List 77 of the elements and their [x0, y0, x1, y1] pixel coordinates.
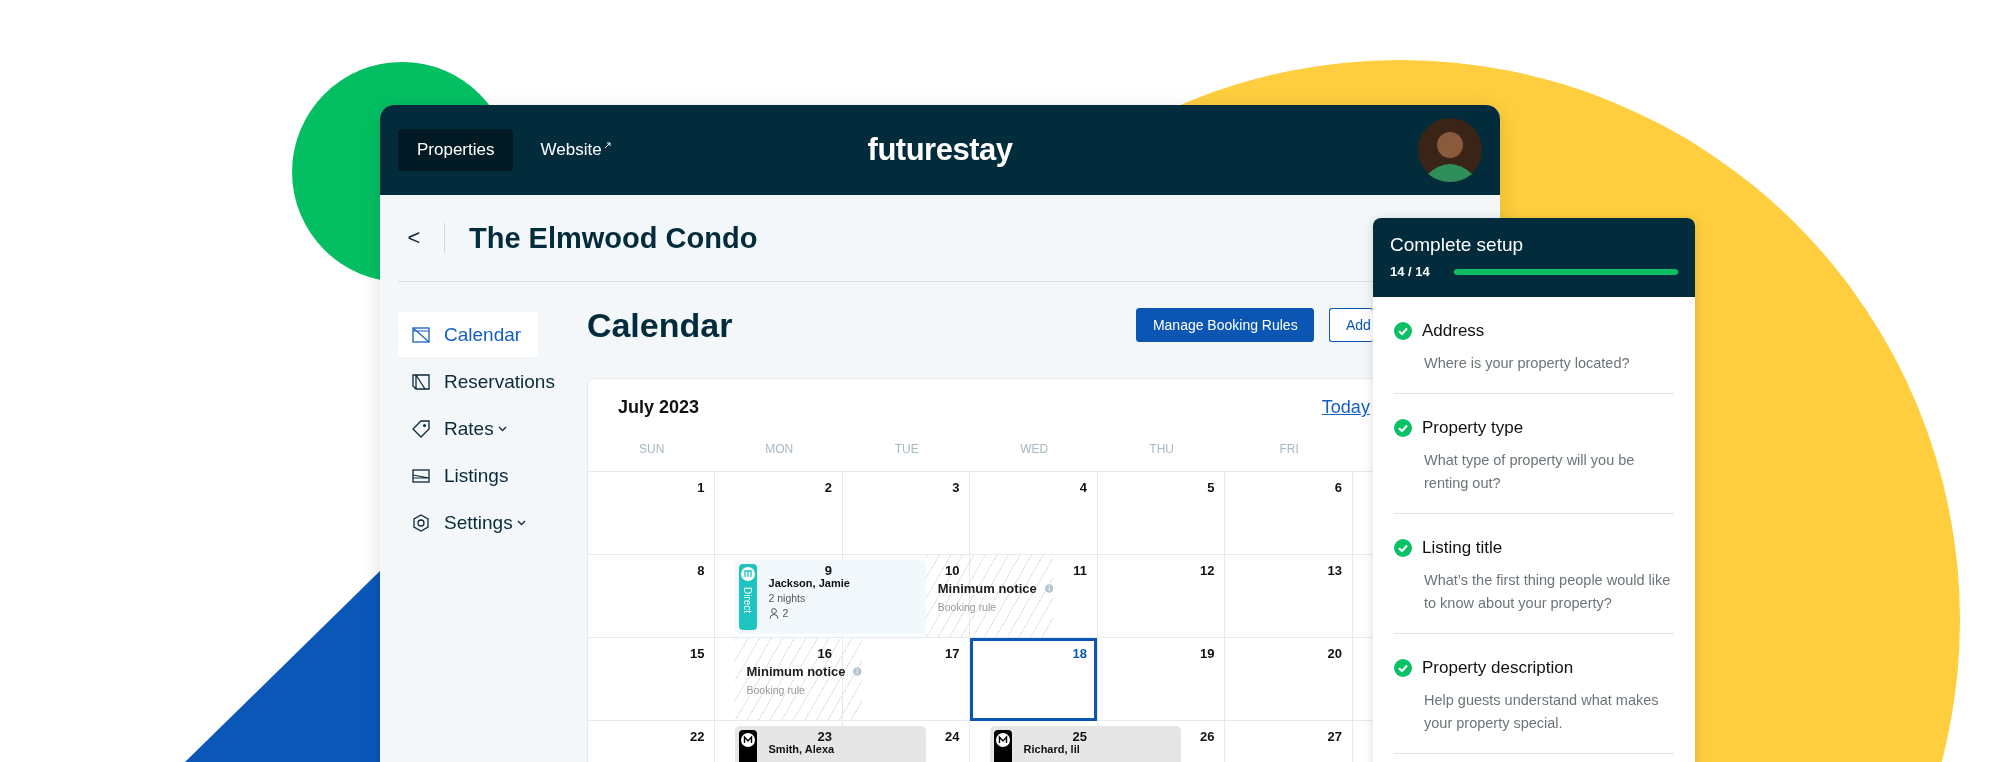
- channel-label: Direct: [742, 587, 753, 614]
- day-number[interactable]: 3: [952, 480, 960, 496]
- rule-subtitle: Booking rule: [937, 601, 998, 613]
- info-icon: [853, 666, 862, 677]
- nav-tab[interactable]: Properties: [398, 129, 514, 171]
- sidebar-item[interactable]: Reservations: [398, 359, 569, 404]
- guest-name: Jackson, Jamie: [768, 577, 850, 589]
- day-number[interactable]: 17: [944, 646, 960, 662]
- weekday-label: SUN: [637, 442, 666, 458]
- day-number[interactable]: 23: [817, 729, 832, 745]
- channel-icon: [740, 567, 755, 581]
- day-number[interactable]: 6: [1334, 480, 1342, 496]
- weekday-label: MON: [764, 442, 795, 458]
- day-number[interactable]: 1: [697, 480, 705, 496]
- weekday-label: WED: [1019, 442, 1050, 458]
- channel-icon: [995, 733, 1010, 747]
- day-number[interactable]: 12: [1199, 563, 1215, 579]
- day-number[interactable]: 11: [1073, 563, 1087, 579]
- day-number[interactable]: 20: [1327, 646, 1342, 662]
- step-title: Property type: [1422, 418, 1524, 438]
- day-number[interactable]: 13: [1327, 563, 1342, 579]
- today-link[interactable]: Today: [1321, 397, 1370, 418]
- day-number[interactable]: 26: [1199, 729, 1215, 745]
- day-number[interactable]: 27: [1327, 729, 1342, 745]
- sidebar-item[interactable]: Listings: [398, 453, 523, 498]
- back-button[interactable]: <: [404, 225, 424, 251]
- day-number[interactable]: 25: [1072, 729, 1087, 745]
- page-title: Calendar: [586, 305, 733, 345]
- weekday-label: FRI: [1278, 442, 1300, 458]
- day-number[interactable]: 4: [1079, 480, 1087, 496]
- person-icon: [768, 607, 779, 619]
- day-number[interactable]: 22: [689, 729, 705, 745]
- channel-icon: [740, 733, 755, 747]
- day-number[interactable]: 10: [944, 563, 960, 579]
- day-number[interactable]: 24: [944, 729, 960, 745]
- guest-count: 2: [782, 607, 789, 619]
- day-number[interactable]: 2: [824, 480, 832, 496]
- nights-label: 2 nights: [768, 592, 807, 604]
- sidebar-item[interactable]: Calendar: [398, 312, 538, 357]
- day-number[interactable]: 5: [1207, 480, 1215, 496]
- day-number[interactable]: 9: [824, 563, 832, 579]
- rule-subtitle: Booking rule: [746, 684, 806, 696]
- day-number[interactable]: 15: [689, 646, 705, 662]
- info-icon: [1044, 583, 1054, 594]
- day-number[interactable]: 19: [1199, 646, 1215, 662]
- sidebar-item[interactable]: Settings: [398, 500, 540, 545]
- step-description: What’s the first thing people would like to know about your property?: [1424, 571, 1672, 613]
- sidebar-item[interactable]: Rates: [398, 406, 521, 451]
- month-label: July 2023: [617, 397, 699, 418]
- weekday-label: THU: [1148, 442, 1175, 458]
- step-description: Help guests understand what makes your property special.: [1424, 691, 1660, 733]
- action-button[interactable]: Manage Booking Rules: [1135, 308, 1314, 342]
- guest-name: Richard, lil: [1023, 743, 1080, 755]
- step-description: Where is your property located?: [1424, 354, 1631, 373]
- calendar-icon: [412, 326, 430, 343]
- day-number[interactable]: 8: [697, 563, 705, 579]
- step-description: What type of property will you be renting out?: [1424, 451, 1636, 493]
- panel-title: Complete setup: [1390, 234, 1525, 256]
- tag-icon: [412, 419, 430, 438]
- weekday-label: TUE: [893, 442, 920, 458]
- avatar[interactable]: [1418, 118, 1482, 182]
- progress-count: 14 / 14: [1390, 264, 1430, 279]
- property-title: The Elmwood Condo: [469, 221, 758, 255]
- step-title: Listing title: [1422, 538, 1503, 558]
- day-number[interactable]: 18: [1072, 646, 1087, 662]
- step-title: Property description: [1422, 658, 1574, 678]
- nav-tab[interactable]: Website: [521, 129, 630, 171]
- listing-icon: [412, 468, 430, 483]
- day-number[interactable]: 16: [817, 646, 832, 662]
- action-button[interactable]: Add: [1328, 308, 1373, 342]
- settings-icon: [412, 513, 430, 532]
- rule-title: Minimum notice: [937, 581, 1037, 596]
- rule-title: Minimum notice: [746, 664, 846, 679]
- logo: futurestay: [867, 132, 1013, 168]
- guest-name: Smith, Alexa: [768, 743, 835, 755]
- step-title: Address: [1422, 321, 1485, 341]
- book-icon: [412, 373, 430, 390]
